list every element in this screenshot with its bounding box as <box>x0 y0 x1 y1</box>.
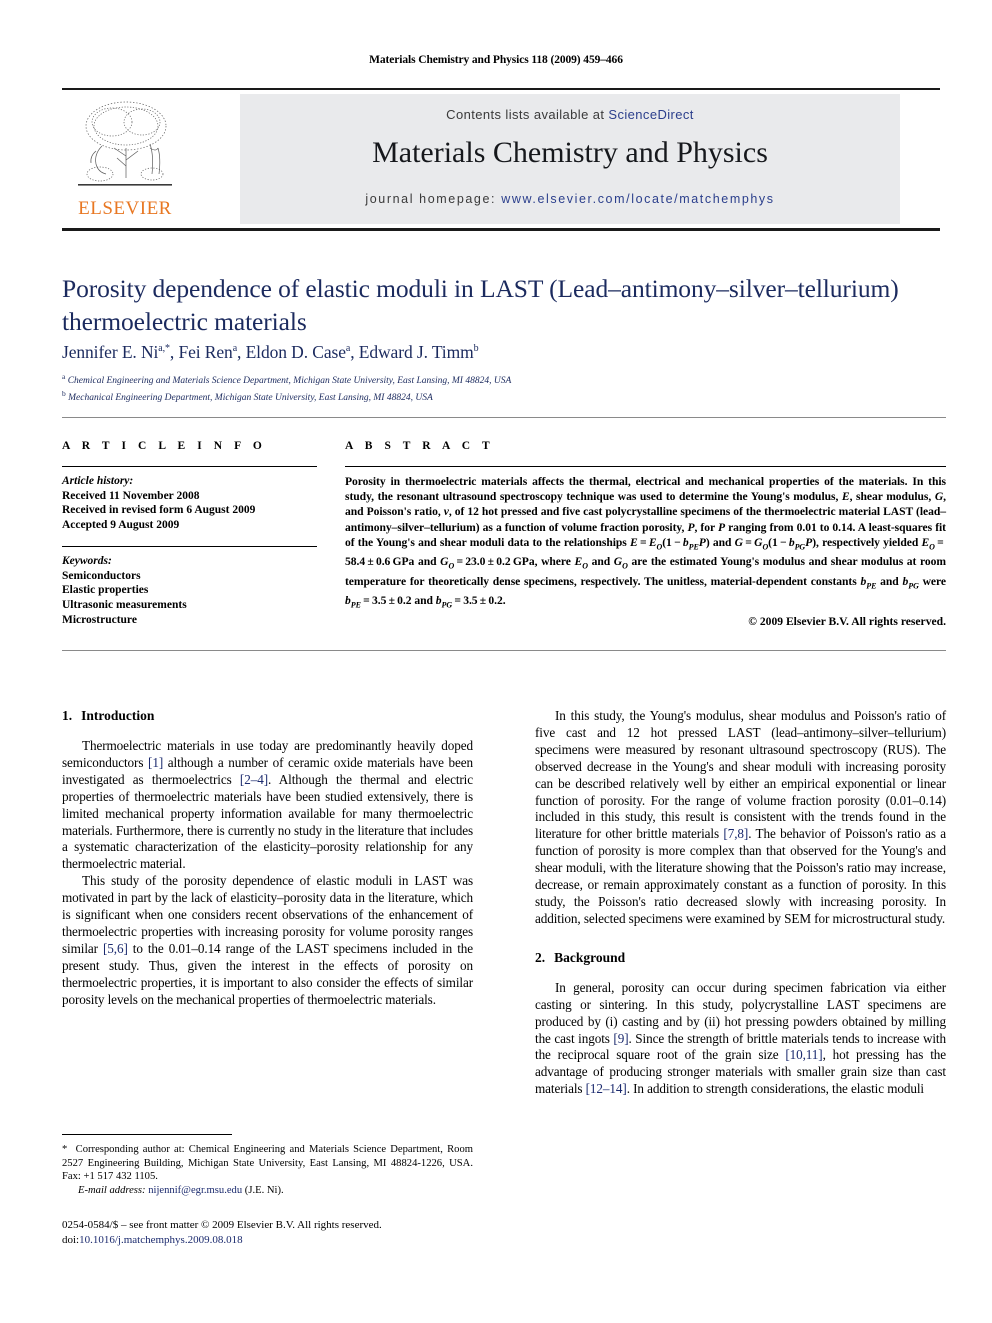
author-list: Jennifer E. Nia,*, Fei Rena, Eldon D. Ca… <box>62 342 479 362</box>
intro-paragraph-2: This study of the porosity dependence of… <box>62 873 474 1007</box>
keyword-item: Elastic properties <box>62 584 149 597</box>
background-paragraph-1: In general, porosity can occur during sp… <box>535 979 947 1097</box>
elsevier-logo: ELSEVIER <box>66 94 184 224</box>
journal-title: Materials Chemistry and Physics <box>372 136 768 169</box>
affiliation-a-text: Chemical Engineering and Materials Scien… <box>67 376 512 387</box>
email-owner: (J.E. Ni). <box>244 1184 284 1196</box>
elsevier-wordmark: ELSEVIER <box>78 198 172 219</box>
keyword-item: Ultrasonic measurements <box>62 598 187 611</box>
homepage-label: journal homepage: <box>365 192 497 206</box>
footnote-block: * Corresponding author at: Chemical Engi… <box>62 1143 473 1197</box>
article-info-divider-2 <box>62 546 317 548</box>
section-number: 2. <box>535 949 546 965</box>
article-info-heading: A R T I C L E I N F O <box>62 440 267 452</box>
abstract-heading: A B S T R A C T <box>345 440 495 452</box>
doi-label: doi: <box>62 1233 80 1246</box>
footnote-rule <box>62 1134 232 1135</box>
article-history-label: Article history: <box>62 475 134 487</box>
body-column-left: 1. Introduction Thermoelectric materials … <box>62 708 473 1009</box>
article-history-item: Received 11 November 2008 <box>62 489 200 502</box>
issn-line: 0254-0584/$ – see front matter © 2009 El… <box>62 1219 382 1231</box>
section-title: Background <box>554 949 626 965</box>
doi-link[interactable]: 10.1016/j.matchemphys.2009.08.018 <box>79 1234 242 1246</box>
affiliation-a: a Chemical Engineering and Materials Sci… <box>62 372 512 387</box>
article-history-item: Received in revised form 6 August 2009 <box>62 504 256 517</box>
keyword-item: Microstructure <box>62 613 137 626</box>
contents-prefix: Contents lists available at <box>446 107 609 122</box>
info-top-rule <box>62 417 946 418</box>
article-title: Porosity dependence of elastic moduli in… <box>62 274 899 336</box>
issn-copyright-block: 0254-0584/$ – see front matter © 2009 El… <box>62 1218 482 1247</box>
section-title: Introduction <box>81 708 155 723</box>
affiliations: a Chemical Engineering and Materials Sci… <box>62 371 946 404</box>
running-head: Materials Chemistry and Physics 118 (200… <box>369 54 623 66</box>
doi-line: doi:10.1016/j.matchemphys.2009.08.018 <box>62 1233 482 1248</box>
section-number: 1. <box>62 708 73 723</box>
affiliation-b: b Mechanical Engineering Department, Mic… <box>62 388 433 403</box>
email-note: E-mail address: nijennif@egr.msu.edu (J.… <box>62 1184 473 1198</box>
email-label: E-mail address: <box>78 1184 146 1196</box>
keyword-item: Semiconductors <box>62 569 141 582</box>
affiliation-b-text: Mechanical Engineering Department, Michi… <box>68 392 433 403</box>
body-column-right: In this study, the Young's modulus, shea… <box>535 708 946 1098</box>
journal-article-page: Materials Chemistry and Physics 118 (200… <box>0 0 992 1323</box>
masthead-top-rule <box>62 88 940 90</box>
corresponding-author-note: * Corresponding author at: Chemical Engi… <box>62 1144 473 1183</box>
info-bottom-rule <box>62 650 946 651</box>
homepage-url-link[interactable]: www.elsevier.com/locate/matchemphys <box>501 192 774 206</box>
masthead-bottom-rule <box>62 228 940 231</box>
keywords-label: Keywords: <box>62 555 112 568</box>
elsevier-tree-icon <box>78 101 172 186</box>
abstract-divider <box>345 466 946 467</box>
sciencedirect-link[interactable]: ScienceDirect <box>608 107 693 122</box>
abstract-column: A B S T R A C T Porosity in thermoelectr… <box>345 440 946 628</box>
article-info-column: A R T I C L E I N F O Article history: R… <box>62 440 317 627</box>
journal-masthead: ELSEVIER Contents lists available at Sci… <box>62 88 940 231</box>
abstract-copyright: © 2009 Elsevier B.V. All rights reserved… <box>748 614 946 628</box>
section-heading-background: 2. Background <box>535 950 946 966</box>
article-history-item: Accepted 9 August 2009 <box>62 518 180 531</box>
intro-paragraph-1: Thermoelectric materials in use today ar… <box>62 738 474 872</box>
journal-homepage-line: journal homepage: www.elsevier.com/locat… <box>240 192 900 206</box>
masthead-band: Contents lists available at ScienceDirec… <box>240 94 900 224</box>
abstract-body: Porosity in thermoelectric materials aff… <box>345 475 947 610</box>
intro-paragraph-3: In this study, the Young's modulus, shea… <box>535 708 946 926</box>
article-info-divider-1 <box>62 466 317 467</box>
contents-lists-line: Contents lists available at ScienceDirec… <box>240 107 900 122</box>
email-link[interactable]: nijennif@egr.msu.edu <box>148 1185 242 1196</box>
section-heading-introduction: 1. Introduction <box>62 708 473 724</box>
